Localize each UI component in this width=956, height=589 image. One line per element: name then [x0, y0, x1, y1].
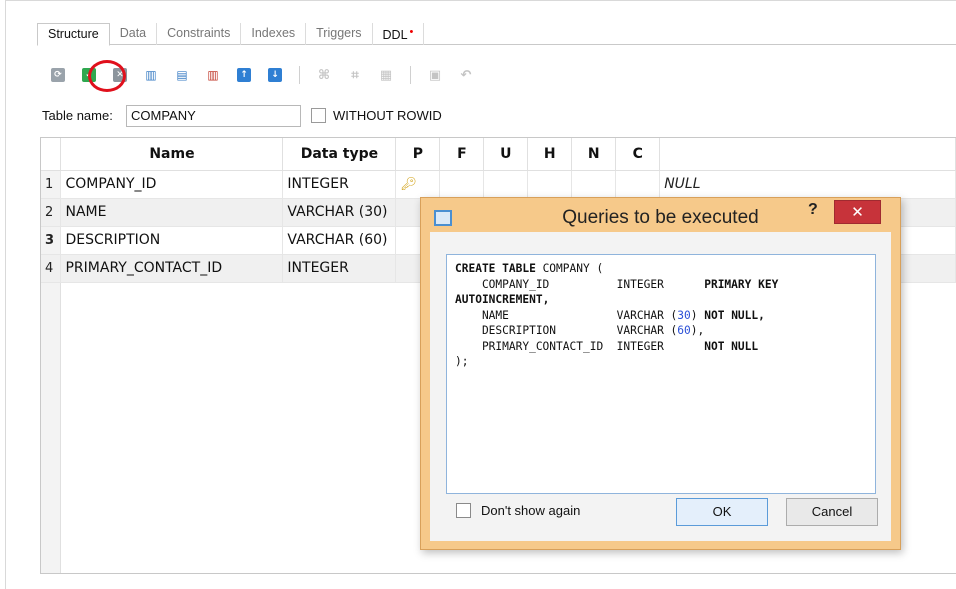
sql-token: ), [690, 324, 705, 337]
tab-data[interactable]: Data [110, 23, 158, 45]
sql-token: PRIMARY_CONTACT_ID INTEGER [455, 339, 705, 353]
foreign-key-cell[interactable] [439, 170, 485, 199]
primary-key-icon: 🔑︎ [400, 177, 417, 192]
primary-key-cell[interactable]: 🔑︎ [395, 170, 441, 199]
sql-token: DESCRIPTION VARCHAR ( [455, 324, 678, 337]
queries-dialog: Queries to be executed ? ✕ CREATE TABLE … [420, 197, 901, 550]
sql-token: , [542, 293, 550, 306]
column-header-c[interactable]: C [615, 138, 661, 171]
table-row[interactable]: 1 COMPANY_ID INTEGER 🔑︎ NULL [41, 170, 956, 199]
add-check-icon[interactable]: ▣ [428, 68, 442, 82]
table-name-label: Table name: [42, 108, 113, 123]
tab-ddl[interactable]: DDL • [373, 23, 425, 45]
data-type-cell[interactable]: VARCHAR (60) [282, 226, 397, 255]
sql-token: COMPANY ( [535, 262, 604, 275]
column-header-datatype[interactable]: Data type [282, 138, 397, 171]
column-name-cell[interactable]: DESCRIPTION [60, 226, 284, 255]
close-button[interactable]: ✕ [834, 200, 881, 224]
sql-token: AUTOINCREMENT [455, 293, 543, 306]
modified-marker: • [409, 26, 414, 38]
row-number: 1 [41, 170, 62, 199]
tab-constraints[interactable]: Constraints [157, 23, 242, 45]
add-unique-icon[interactable]: ▦ [379, 68, 393, 82]
without-rowid-checkbox[interactable] [311, 108, 326, 123]
tab-ddl-label: DDL [382, 28, 408, 42]
add-column-icon[interactable]: ▥ [144, 68, 158, 82]
not-null-cell[interactable] [571, 170, 617, 199]
column-header-p[interactable]: P [395, 138, 441, 171]
add-primary-key-icon[interactable]: ⌘ [317, 68, 331, 82]
sql-token: NOT NULL [704, 339, 759, 353]
delete-column-icon[interactable]: ▥ [206, 68, 220, 82]
default-value: NULL [664, 176, 701, 192]
help-icon[interactable]: ? [808, 201, 818, 219]
dialog-title: Queries to be executed [562, 207, 759, 228]
column-header-default[interactable] [659, 138, 956, 171]
sql-text-area[interactable]: CREATE TABLE COMPANY ( COMPANY_ID INTEGE… [446, 254, 876, 494]
insert-column-icon[interactable]: ▤ [175, 68, 189, 82]
collate-cell[interactable] [615, 170, 661, 199]
dont-show-again-label: Don't show again [481, 503, 581, 518]
unique-cell[interactable] [483, 170, 529, 199]
data-type-cell[interactable]: INTEGER [282, 170, 397, 199]
row-number: 3 [41, 226, 62, 255]
dont-show-again-checkbox[interactable] [456, 503, 471, 518]
sql-number: 30 [677, 308, 691, 322]
row-number: 2 [41, 198, 62, 227]
without-rowid-label: WITHOUT ROWID [333, 108, 442, 123]
table-name-input[interactable]: COMPANY [126, 105, 301, 127]
editor-tabs: Structure Data Constraints Indexes Trigg… [37, 23, 425, 46]
highlight-ring [88, 60, 126, 92]
grid-header-row: Name Data type P F U H N C [41, 138, 956, 171]
ok-button[interactable]: OK [676, 498, 768, 526]
toolbar-separator [410, 66, 411, 84]
sql-token: ) [690, 308, 705, 322]
dialog-body: CREATE TABLE COMPANY ( COMPANY_ID INTEGE… [430, 232, 891, 541]
sql-token: CREATE TABLE [455, 262, 536, 275]
tab-structure[interactable]: Structure [37, 23, 110, 46]
column-name-cell[interactable]: COMPANY_ID [60, 170, 284, 199]
refresh-icon[interactable]: ⟳ [51, 68, 65, 82]
tab-indexes[interactable]: Indexes [241, 23, 307, 45]
column-name-cell[interactable]: NAME [60, 198, 284, 227]
column-name-cell[interactable]: PRIMARY_CONTACT_ID [60, 254, 284, 283]
default-cell[interactable]: NULL [659, 170, 956, 199]
sql-token: , [758, 308, 765, 322]
cancel-button[interactable]: Cancel [786, 498, 878, 526]
corner-header [41, 138, 62, 171]
sql-token: NAME VARCHAR ( [455, 308, 678, 322]
sql-token: PRIMARY KEY [704, 277, 779, 291]
column-header-name[interactable]: Name [60, 138, 284, 171]
column-header-h[interactable]: H [527, 138, 573, 171]
add-foreign-key-icon[interactable]: ⌗ [348, 68, 362, 82]
column-header-f[interactable]: F [439, 138, 485, 171]
sql-token: ); [455, 355, 469, 368]
move-down-icon[interactable]: ↓ [268, 68, 282, 82]
sql-token: NOT NULL [704, 308, 759, 322]
sql-number: 60 [677, 324, 691, 337]
tab-triggers[interactable]: Triggers [306, 23, 373, 45]
check-cell[interactable] [527, 170, 573, 199]
undo-icon[interactable]: ↶ [459, 68, 473, 82]
column-header-u[interactable]: U [483, 138, 529, 171]
data-type-cell[interactable]: INTEGER [282, 254, 397, 283]
sql-token: COMPANY_ID INTEGER [455, 277, 705, 291]
column-header-n[interactable]: N [571, 138, 617, 171]
row-number: 4 [41, 254, 62, 283]
move-up-icon[interactable]: ↑ [237, 68, 251, 82]
data-type-cell[interactable]: VARCHAR (30) [282, 198, 397, 227]
toolbar-separator [299, 66, 300, 84]
